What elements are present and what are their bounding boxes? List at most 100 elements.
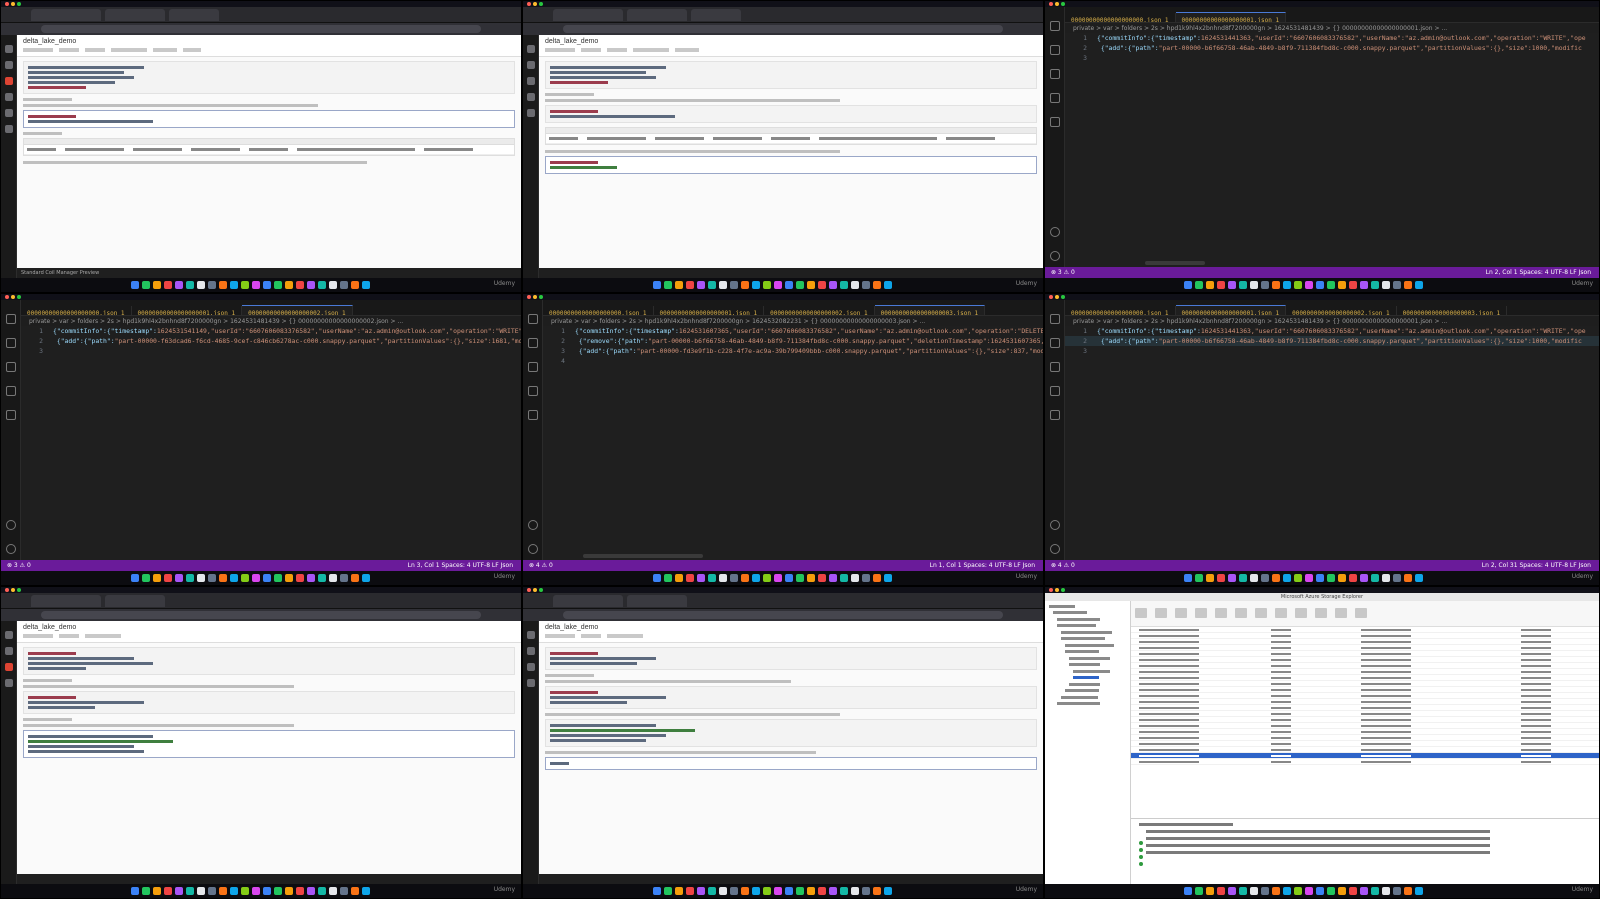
dock-app-icon[interactable] (164, 281, 172, 289)
editor-tab-active[interactable]: 00000000000000000001.json 1 (1175, 12, 1287, 22)
search-icon[interactable] (528, 338, 538, 348)
dock-app-icon[interactable] (340, 281, 348, 289)
window-control-icon[interactable] (1049, 588, 1053, 592)
window-control-icon[interactable] (527, 588, 531, 592)
address-bar[interactable] (523, 23, 1043, 35)
dock-app-icon[interactable] (362, 574, 370, 582)
dock-app-icon[interactable] (1337, 281, 1346, 289)
dock-app-icon[interactable] (873, 574, 881, 582)
gear-icon[interactable] (1050, 544, 1060, 554)
dock-app-icon[interactable] (208, 887, 216, 895)
dock-app-icon[interactable] (730, 281, 738, 289)
window-control-icon[interactable] (539, 295, 543, 299)
window-control-icon[interactable] (1061, 295, 1065, 299)
dock-app-icon[interactable] (807, 281, 815, 289)
dock-app-icon[interactable] (741, 574, 749, 582)
dock-app-icon[interactable] (1205, 887, 1214, 895)
dock-app-icon[interactable] (329, 887, 337, 895)
account-icon[interactable] (6, 520, 16, 530)
dock-app-icon[interactable] (351, 574, 359, 582)
dock-app-icon[interactable] (1271, 887, 1280, 895)
dock-app-icon[interactable] (1337, 887, 1346, 895)
notebook-toolbar[interactable] (545, 634, 1037, 641)
dock-app-icon[interactable] (1282, 281, 1291, 289)
dock-app-icon[interactable] (1260, 574, 1269, 582)
dock-app-icon[interactable] (252, 281, 260, 289)
dock-app-icon[interactable] (653, 574, 661, 582)
dock-app-icon[interactable] (1381, 281, 1390, 289)
dock-app-icon[interactable] (153, 574, 161, 582)
explorer-icon[interactable] (528, 314, 538, 324)
data-icon[interactable] (5, 663, 13, 671)
dock-app-icon[interactable] (862, 281, 870, 289)
dock-app-icon[interactable] (1315, 281, 1324, 289)
dock-app-icon[interactable] (807, 887, 815, 895)
dock-app-icon[interactable] (851, 574, 859, 582)
dock-app-icon[interactable] (1216, 574, 1225, 582)
notebook-toolbar[interactable] (23, 634, 515, 641)
dock-app-icon[interactable] (296, 574, 304, 582)
dock-app-icon[interactable] (719, 281, 727, 289)
cluster-icon[interactable] (5, 679, 13, 687)
dock-app-icon[interactable] (274, 887, 282, 895)
dock-app-icon[interactable] (285, 281, 293, 289)
code-cell[interactable] (23, 691, 515, 714)
window-control-icon[interactable] (17, 295, 21, 299)
dock-app-icon[interactable] (219, 574, 227, 582)
data-icon[interactable] (5, 77, 13, 85)
dock-app-icon[interactable] (1194, 887, 1203, 895)
dock-app-icon[interactable] (131, 887, 139, 895)
explorer-icon[interactable] (1050, 314, 1060, 324)
dock-app-icon[interactable] (318, 574, 326, 582)
dock-app-icon[interactable] (719, 887, 727, 895)
dock-app-icon[interactable] (274, 281, 282, 289)
cursor-info[interactable]: Ln 1, Col 1 Spaces: 4 UTF-8 LF Json (930, 562, 1035, 569)
dock-app-icon[interactable] (1227, 281, 1236, 289)
notebook-toolbar[interactable] (545, 48, 1037, 55)
dock-app-icon[interactable] (686, 887, 694, 895)
run-debug-icon[interactable] (1050, 93, 1060, 103)
run-debug-icon[interactable] (6, 386, 16, 396)
horizontal-scrollbar[interactable] (583, 554, 703, 558)
dock-app-icon[interactable] (1370, 574, 1379, 582)
dock-app-icon[interactable] (230, 887, 238, 895)
dock-app-icon[interactable] (1216, 887, 1225, 895)
dock-app-icon[interactable] (1414, 887, 1423, 895)
editor-tab-active[interactable]: 00000000000000000001.json 1 (1175, 305, 1287, 315)
editor-tabs[interactable]: 00000000000000000000.json 1 0000000000000… (1065, 300, 1599, 316)
dock-app-icon[interactable] (653, 887, 661, 895)
dock-app-icon[interactable] (664, 887, 672, 895)
dock-app-icon[interactable] (719, 574, 727, 582)
dock[interactable]: Udemy (523, 278, 1043, 292)
databricks-sidebar[interactable] (523, 35, 539, 278)
window-control-icon[interactable] (527, 295, 531, 299)
dock-app-icon[interactable] (307, 281, 315, 289)
window-control-icon[interactable] (17, 588, 21, 592)
dock-app-icon[interactable] (1348, 281, 1357, 289)
editor-tab[interactable]: 00000000000000000000.json 1 (1065, 13, 1176, 22)
dock-app-icon[interactable] (1370, 281, 1379, 289)
data-icon[interactable] (527, 663, 535, 671)
editor-tab[interactable]: 00000000000000000000.json 1 (1065, 306, 1176, 315)
dock-app-icon[interactable] (1205, 281, 1214, 289)
dock-app-icon[interactable] (230, 281, 238, 289)
activity-bar[interactable] (1, 300, 21, 571)
dock-app-icon[interactable] (1271, 574, 1280, 582)
dock-app-icon[interactable] (307, 574, 315, 582)
dock-app-icon[interactable] (730, 887, 738, 895)
cluster-icon[interactable] (527, 679, 535, 687)
dock[interactable]: Udemy (1045, 571, 1599, 585)
dock-app-icon[interactable] (362, 887, 370, 895)
dock-app-icon[interactable] (307, 887, 315, 895)
dock-app-icon[interactable] (241, 281, 249, 289)
window-control-icon[interactable] (533, 295, 537, 299)
dock-app-icon[interactable] (796, 281, 804, 289)
home-icon[interactable] (5, 631, 13, 639)
dock-app-icon[interactable] (252, 887, 260, 895)
dock[interactable]: Udemy (1, 278, 521, 292)
dock-app-icon[interactable] (862, 887, 870, 895)
dock-app-icon[interactable] (1271, 281, 1280, 289)
dock-app-icon[interactable] (142, 281, 150, 289)
code-editor[interactable]: 1 {"commitInfo":{"timestamp":162453144136… (1065, 33, 1599, 267)
notebook-tile-3[interactable]: delta_lake_demo Udemy (0, 586, 522, 899)
